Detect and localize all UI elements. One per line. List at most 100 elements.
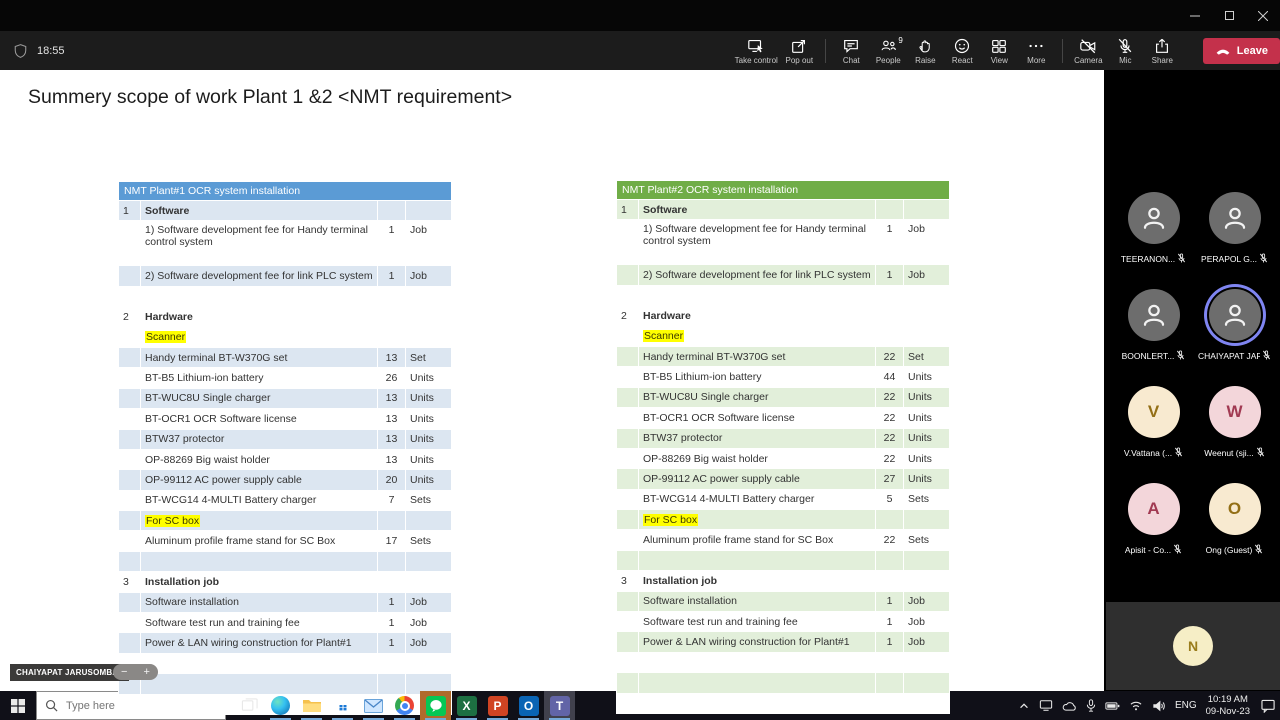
zoom-out-button[interactable]: − — [121, 666, 127, 678]
participant-tile[interactable]: PERAPOL G... — [1199, 192, 1270, 268]
mic-button[interactable]: Mic — [1107, 31, 1144, 70]
camera-button[interactable]: Camera — [1070, 31, 1107, 70]
row-number-cell — [616, 325, 639, 347]
onedrive-cloud-tray-button[interactable] — [1062, 700, 1077, 712]
tray-time: 10:19 AM — [1207, 693, 1248, 705]
mic-muted-icon — [1256, 444, 1265, 462]
quantity-cell: 1 — [377, 591, 406, 614]
description-cell: Software test run and training fee — [140, 612, 378, 634]
avatar-initial: W — [1226, 402, 1243, 421]
quantity-cell — [875, 692, 904, 714]
task-view-taskbar-button[interactable] — [234, 691, 265, 720]
excel-taskbar-button[interactable]: X — [451, 691, 482, 720]
shared-screen: Summery scope of work Plant 1 &2 <NMT re… — [0, 70, 1104, 715]
zoom-in-button[interactable]: + — [144, 666, 150, 678]
description-cell: BT-WCG14 4-MULTI Battery charger — [638, 488, 876, 511]
language-indicator[interactable]: ENG — [1175, 700, 1197, 711]
description-cell: Aluminum profile frame stand for SC Box — [638, 529, 876, 551]
quantity-cell: 13 — [377, 346, 406, 369]
row-number-cell — [118, 408, 141, 430]
description-cell — [638, 651, 876, 674]
description-cell: Software — [140, 199, 378, 222]
close-button[interactable] — [1246, 0, 1280, 31]
unit-cell — [902, 651, 951, 674]
maximize-button[interactable] — [1212, 0, 1246, 31]
participant-label: Weenut (sji... — [1204, 444, 1264, 462]
taskbar-clock[interactable]: 10:19 AM 09-Nov-23 — [1206, 694, 1250, 718]
table-row — [616, 549, 951, 572]
description-cell: Handy terminal BT-W370G set — [140, 346, 378, 369]
chrome-taskbar-button[interactable] — [389, 691, 420, 720]
cast-screen-tray-button[interactable] — [1039, 699, 1053, 712]
description-cell: BTW37 protector — [140, 428, 378, 450]
microphone-tray-button[interactable] — [1086, 699, 1096, 712]
quantity-cell — [377, 510, 406, 532]
mail-icon — [364, 698, 383, 713]
row-number-cell — [616, 692, 639, 714]
powerpoint-taskbar-button[interactable]: P — [482, 691, 513, 720]
raise-button[interactable]: Raise — [907, 31, 944, 70]
row-number-cell: 3 — [616, 570, 639, 592]
wifi-tray-button[interactable] — [1129, 700, 1143, 711]
participant-tile[interactable]: A Apisit - Co... — [1118, 483, 1189, 559]
mic-muted-icon — [1173, 541, 1182, 559]
description-cell: Installation job — [638, 570, 876, 592]
take-control-button[interactable]: Take control — [732, 31, 781, 70]
unit-cell: Units — [404, 367, 453, 389]
chrome-icon — [395, 696, 414, 715]
description-cell: OP-99112 AC power supply cable — [638, 468, 876, 490]
participant-tile[interactable]: V V.Vattana (... — [1118, 386, 1189, 462]
minimize-button[interactable] — [1178, 0, 1212, 31]
outlook-taskbar-button[interactable]: O — [513, 691, 544, 720]
tray-date: 09-Nov-23 — [1205, 705, 1250, 717]
participant-label: Ong (Guest) — [1206, 541, 1264, 559]
scope-table: NMT Plant#2 OCR system installation 1 Soft… — [615, 180, 951, 714]
quantity-cell: 20 — [377, 469, 406, 491]
description-cell: Installation job — [140, 571, 378, 593]
row-number-cell: 1 — [616, 198, 639, 221]
participant-tile[interactable]: TEERANON... — [1118, 192, 1189, 268]
table-row: BT-B5 Lithium-ion battery 44 Units — [616, 366, 951, 388]
battery-tray-button[interactable] — [1105, 701, 1120, 711]
participant-tile[interactable]: CHAIYAPAT JAR... — [1198, 289, 1271, 365]
self-video-tile[interactable]: N — [1106, 602, 1280, 690]
description-cell: Hardware — [140, 306, 378, 328]
people-button[interactable]: 9 People — [870, 31, 907, 70]
start-button[interactable] — [0, 691, 36, 720]
quantity-cell — [377, 550, 406, 573]
react-button[interactable]: React — [944, 31, 981, 70]
share-button[interactable]: Share — [1144, 31, 1181, 70]
unit-cell — [404, 285, 453, 308]
share-icon — [1153, 37, 1171, 55]
screenshare-zoom-control: − + — [113, 664, 158, 680]
teams-taskbar-button[interactable]: T — [544, 691, 575, 720]
participant-tile[interactable]: W Weenut (sji... — [1199, 386, 1270, 462]
quantity-cell: 1 — [875, 590, 904, 613]
mail-taskbar-button[interactable] — [358, 691, 389, 720]
store-taskbar-button[interactable] — [327, 691, 358, 720]
participant-avatar: V — [1127, 386, 1180, 438]
file-explorer-taskbar-button[interactable] — [296, 691, 327, 720]
speaker-tray-button[interactable] — [1152, 700, 1166, 712]
description-cell: 2) Software development fee for link PLC… — [638, 264, 876, 286]
react-label: React — [951, 55, 973, 65]
chevron-up-tray-button[interactable] — [1018, 700, 1030, 712]
participant-tile[interactable]: BOONLERT... — [1118, 289, 1189, 365]
view-button[interactable]: View — [981, 31, 1018, 70]
description-cell: Aluminum profile frame stand for SC Box — [140, 530, 378, 552]
unit-cell: Job — [902, 611, 951, 633]
pop-out-button[interactable]: Pop out — [781, 31, 818, 70]
description-cell: Power & LAN wiring construction for Plan… — [638, 631, 876, 653]
description-cell: BT-WUC8U Single charger — [638, 386, 876, 409]
chat-button[interactable]: Chat — [833, 31, 870, 70]
leave-button[interactable]: Leave — [1202, 37, 1280, 64]
meeting-toolbar: 18:55 Take control Pop out Chat 9 People Rais… — [0, 31, 1280, 70]
action-center-button[interactable] — [1261, 699, 1276, 713]
more-button[interactable]: More — [1018, 31, 1055, 70]
quantity-cell — [377, 306, 406, 328]
participant-tile[interactable]: O Ong (Guest) — [1199, 483, 1270, 559]
edge-taskbar-button[interactable] — [265, 691, 296, 720]
row-number-cell — [118, 693, 141, 715]
line-taskbar-button[interactable] — [420, 691, 451, 720]
windows-logo-icon — [11, 698, 25, 713]
